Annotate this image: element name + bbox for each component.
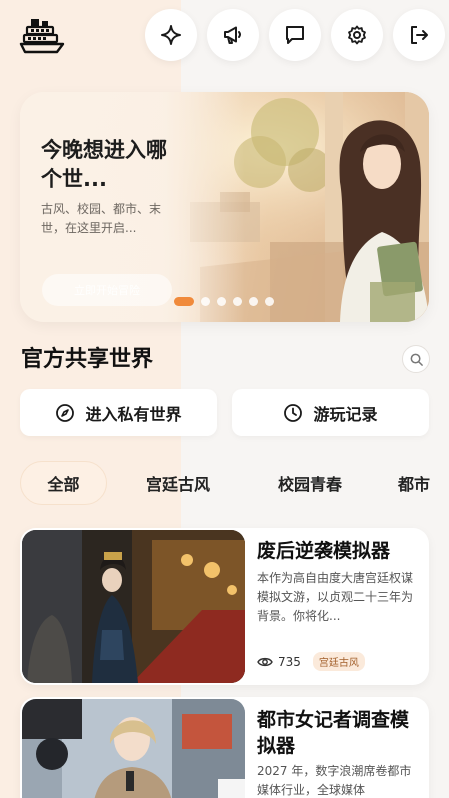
private-world-label: 进入私有世界 [85,404,182,424]
compass-icon [56,403,75,422]
search-button[interactable] [402,345,430,373]
messages-button[interactable] [269,9,321,61]
card-meta: 735 宫廷古风 [257,652,365,671]
tab-urban[interactable]: 都市 [398,461,449,505]
world-card[interactable]: 都市女记者调查模拟器 2027 年，数字浪潮席卷都市媒体行业，全球媒体 [20,697,429,798]
sparkle-button[interactable] [145,9,197,61]
tab-campus[interactable]: 校园青春 [264,461,356,505]
carousel-indicator[interactable] [174,297,274,306]
card-image [22,699,245,798]
search-icon [410,353,423,366]
logout-icon [411,26,428,44]
clock-icon [284,403,303,422]
settings-icon [348,25,366,45]
announcement-button[interactable] [207,9,259,61]
carousel-dot[interactable] [249,297,258,306]
hero-start-button[interactable]: 立即开始冒险 [42,274,172,306]
carousel-dot-active[interactable] [174,297,194,306]
hero-subtitle: 古风、校园、都市、末世，在这里开启... [41,202,162,235]
card-image [22,530,245,683]
card-title: 都市女记者调查模拟器 [257,709,410,757]
chat-icon [286,26,304,44]
card-description: 本作为高自由度大唐宫廷权谋模拟文游，以贞观二十三年为背景。你将化... [257,571,414,623]
carousel-dot[interactable] [233,297,242,306]
tab-all[interactable]: 全部 [20,461,107,505]
tab-palace[interactable]: 宫廷古风 [132,461,224,505]
carousel-dot[interactable] [201,297,210,306]
logout-button[interactable] [393,9,445,61]
private-world-button[interactable]: 进入私有世界 [20,389,217,436]
play-history-button[interactable]: 游玩记录 [232,389,429,436]
view-count: 735 [257,654,301,670]
view-count-value: 735 [278,654,301,669]
app-logo-ship-icon [19,16,65,56]
card-title: 废后逆袭模拟器 [257,540,391,562]
carousel-dot[interactable] [265,297,274,306]
world-card[interactable]: 废后逆袭模拟器 本作为高自由度大唐宫廷权谋模拟文游，以贞观二十三年为背景。你将化… [20,528,429,685]
category-tabs: 全部 宫廷古风 校园青春 都市 [0,461,449,505]
hero-banner[interactable]: 今晚想进入哪个世... 古风、校园、都市、末世，在这里开启... 立即开始冒险 [20,92,429,322]
play-history-label: 游玩记录 [313,404,378,424]
hero-title: 今晚想进入哪个世... [41,138,167,191]
megaphone-icon [224,26,241,44]
card-description: 2027 年，数字浪潮席卷都市媒体行业，全球媒体 [257,764,412,797]
settings-button[interactable] [331,9,383,61]
sparkle-icon [161,25,181,45]
category-tag: 宫廷古风 [312,652,365,671]
eye-icon [257,657,273,666]
carousel-dot[interactable] [217,297,226,306]
section-title: 官方共享世界 [21,347,154,372]
